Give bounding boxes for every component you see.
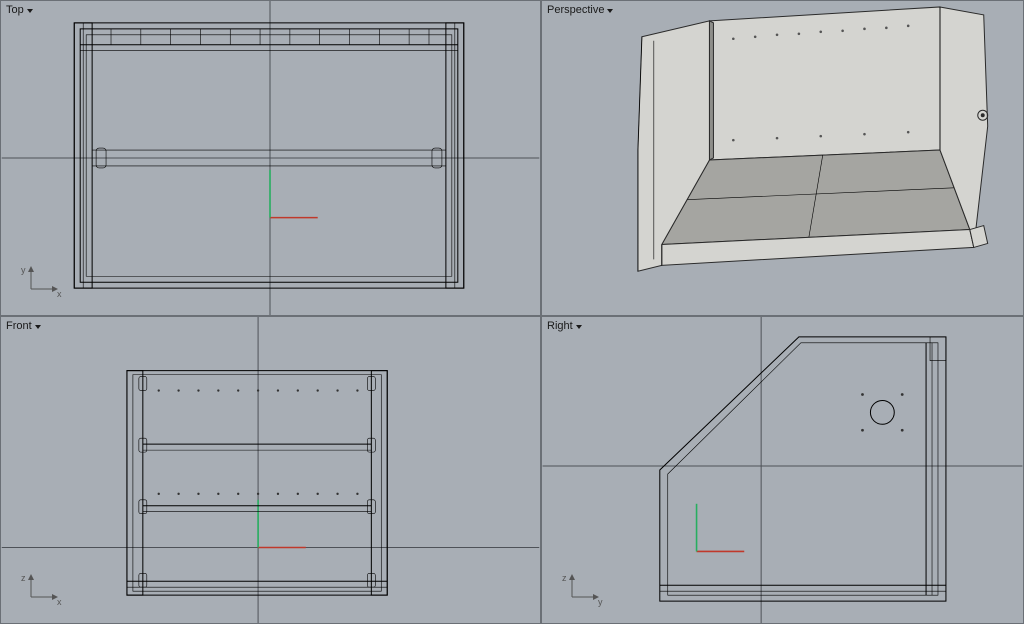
- viewport-label-text: Front: [6, 320, 32, 332]
- viewport-top[interactable]: Top: [0, 0, 541, 316]
- perspective-view-drawing: [542, 1, 1023, 315]
- viewport-label-text: Perspective: [547, 4, 604, 16]
- svg-text:y: y: [21, 265, 26, 275]
- svg-text:z: z: [21, 573, 26, 583]
- top-view-drawing: [1, 1, 540, 315]
- viewport-right[interactable]: Right: [541, 316, 1024, 624]
- axis-gizmo-right: z y: [562, 573, 606, 607]
- chevron-down-icon: [576, 325, 582, 329]
- viewport-label-perspective[interactable]: Perspective: [545, 3, 617, 17]
- viewport-label-text: Top: [6, 4, 24, 16]
- svg-text:y: y: [598, 597, 603, 607]
- chevron-down-icon: [35, 325, 41, 329]
- axis-gizmo-top: y x: [21, 265, 65, 299]
- viewport-front[interactable]: Front: [0, 316, 541, 624]
- svg-text:x: x: [57, 289, 62, 299]
- viewport-perspective[interactable]: Perspective: [541, 0, 1024, 316]
- right-view-drawing: [542, 317, 1023, 623]
- viewport-label-text: Right: [547, 320, 573, 332]
- viewport-label-top[interactable]: Top: [4, 3, 37, 17]
- viewport-grid: Top: [0, 0, 1024, 624]
- svg-text:z: z: [562, 573, 567, 583]
- svg-text:x: x: [57, 597, 62, 607]
- viewport-label-front[interactable]: Front: [4, 319, 45, 333]
- viewport-label-right[interactable]: Right: [545, 319, 586, 333]
- axis-gizmo-front: z x: [21, 573, 65, 607]
- front-view-drawing: [1, 317, 540, 623]
- chevron-down-icon: [27, 9, 33, 13]
- chevron-down-icon: [607, 9, 613, 13]
